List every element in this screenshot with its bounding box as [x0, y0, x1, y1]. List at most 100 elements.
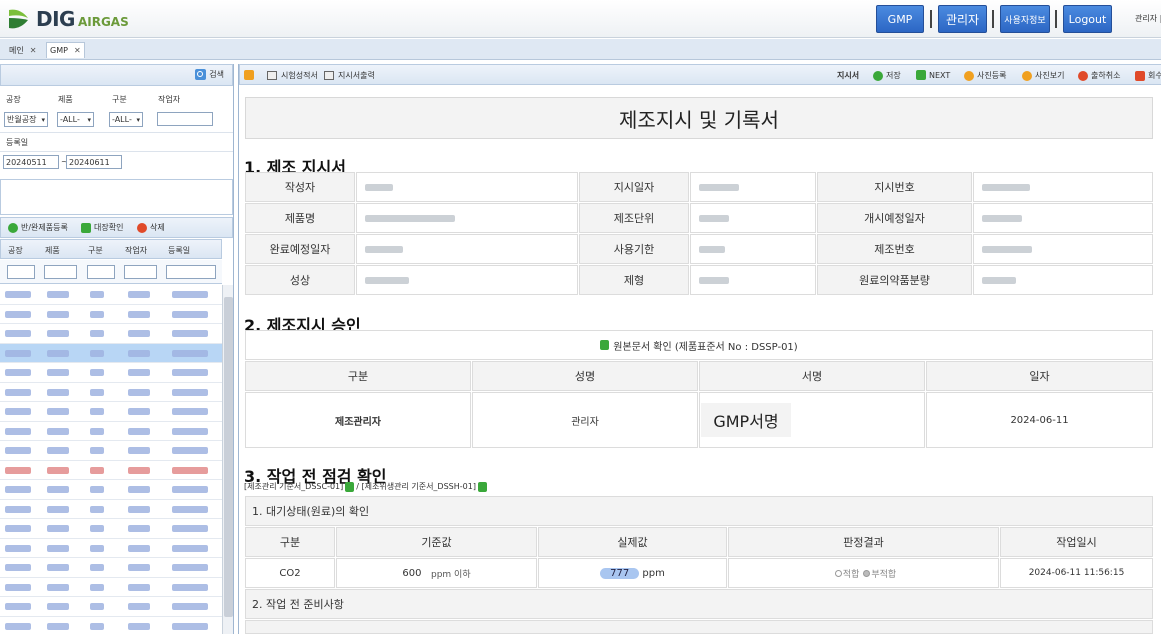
search-button[interactable]: 검색 — [195, 69, 224, 80]
worker-input[interactable] — [157, 112, 213, 126]
date-from-input[interactable]: 20240511 — [3, 155, 59, 169]
table-row[interactable] — [0, 441, 222, 461]
table-row[interactable] — [0, 617, 222, 634]
redacted-value — [982, 183, 1030, 191]
fail-radio[interactable] — [863, 569, 871, 577]
cancel-request-button[interactable]: 출하취소 — [1078, 70, 1120, 81]
pass-radio[interactable] — [834, 569, 842, 577]
subsection-title: 1. 대기상태(원료)의 확인 — [245, 496, 1153, 526]
filter-input[interactable] — [87, 265, 115, 279]
filter-input[interactable] — [7, 265, 35, 279]
tab-main[interactable]: 메인 ✕ — [6, 42, 39, 58]
admin-button[interactable]: 관리자 — [938, 5, 987, 33]
table-header: 성명 — [472, 361, 698, 391]
download-icon[interactable] — [345, 481, 355, 492]
table-row[interactable] — [0, 305, 222, 324]
actual-value-cell[interactable]: 777 ppm — [538, 558, 727, 588]
table-header: 작업일시 — [1000, 527, 1153, 557]
table-row[interactable] — [0, 500, 222, 519]
scrollbar[interactable] — [222, 285, 233, 634]
gmp-button[interactable]: GMP — [876, 5, 924, 33]
redacted-cell — [47, 408, 69, 415]
actual-value-input[interactable]: 777 — [600, 567, 640, 579]
recall-icon — [1135, 70, 1145, 81]
column-header[interactable]: 구분 — [88, 245, 103, 256]
field-label: 완료예정일자 — [245, 234, 355, 264]
user-info-button[interactable]: 사용자정보 — [1000, 5, 1050, 33]
filter-input[interactable] — [124, 265, 157, 279]
redacted-cell — [172, 564, 208, 571]
table-row[interactable] — [0, 363, 222, 383]
table-row[interactable] — [0, 558, 222, 578]
column-header[interactable]: 작업자 — [125, 245, 147, 256]
photo-register-button[interactable]: 사진등록 — [964, 70, 1006, 81]
redacted-value — [699, 183, 739, 191]
redacted-cell — [128, 466, 150, 474]
table-row[interactable] — [0, 480, 222, 500]
table-row[interactable] — [0, 402, 222, 422]
original-doc-check[interactable]: 원본문서 확인 (제품표준서 No : DSSP-01) — [245, 330, 1153, 360]
delete-button[interactable]: 삭제 — [137, 222, 165, 233]
product-select[interactable]: -ALL- ▾ — [57, 112, 94, 127]
table-row[interactable] — [0, 383, 222, 402]
download-icon[interactable] — [477, 481, 487, 492]
factory-select[interactable]: 반월공장 ▾ — [4, 112, 48, 127]
column-header[interactable]: 등록일 — [168, 245, 190, 256]
type-select[interactable]: -ALL- ▾ — [109, 112, 143, 127]
right-panel: 시험성적서 지시서출력 지시서 저장 NEXT 사진등록 사진보기 출하취소 회… — [238, 64, 1161, 634]
target-check-button[interactable]: 대장확인 — [81, 222, 123, 233]
std-link-hygiene[interactable]: [제조위생관리 기준서_DSSH-01] — [362, 482, 476, 491]
register-button[interactable]: 반/완제품등록 — [8, 222, 68, 233]
logout-button[interactable]: Logout — [1063, 5, 1112, 33]
redacted-cell — [5, 330, 31, 337]
recall-button[interactable]: 회수 — [1135, 70, 1161, 81]
redacted-cell — [47, 447, 69, 454]
table-row[interactable] — [0, 324, 222, 344]
next-button[interactable]: NEXT — [916, 70, 950, 80]
tab-gmp[interactable]: GMP ✕ — [46, 42, 85, 58]
save-icon — [873, 70, 883, 81]
tab-bar: 메인 ✕ GMP ✕ — [0, 39, 1161, 60]
redacted-cell — [128, 310, 150, 318]
redacted-cell — [172, 291, 208, 298]
redacted-cell — [172, 505, 208, 513]
photo-view-button[interactable]: 사진보기 — [1022, 70, 1064, 81]
redacted-cell — [90, 388, 104, 396]
filter-input[interactable] — [166, 265, 216, 279]
redacted-cell — [172, 486, 208, 493]
column-header[interactable]: 제품 — [45, 245, 60, 256]
table-row[interactable] — [0, 422, 222, 441]
close-icon[interactable]: ✕ — [30, 46, 37, 55]
name-cell: 관리자 — [472, 392, 698, 448]
redacted-cell — [128, 486, 150, 493]
std-link-production[interactable]: [제조관리 기준서_DSSC-01] — [244, 482, 343, 491]
table-row[interactable] — [0, 343, 222, 363]
test-report-button[interactable]: 시험성적서 — [267, 70, 318, 81]
redacted-cell — [90, 408, 104, 415]
redacted-cell — [5, 447, 31, 454]
field-value — [973, 265, 1153, 295]
save-button[interactable]: 저장 — [873, 70, 901, 81]
order-print-button[interactable]: 지시서출력 — [324, 70, 375, 81]
redacted-cell — [5, 310, 31, 318]
check-icon — [81, 222, 91, 233]
print-icon — [324, 71, 334, 80]
table-row[interactable] — [0, 461, 222, 480]
scroll-thumb[interactable] — [224, 297, 233, 617]
table-row[interactable] — [0, 597, 222, 617]
download-icon — [600, 340, 610, 350]
table-row[interactable] — [0, 578, 222, 597]
table-row[interactable] — [0, 539, 222, 558]
filter-input[interactable] — [44, 265, 77, 279]
close-icon[interactable]: ✕ — [74, 46, 81, 55]
redacted-value — [982, 214, 1022, 222]
gmp-signature: GMP서명 — [701, 403, 791, 437]
back-button[interactable] — [244, 70, 257, 80]
date-to-input[interactable]: 20240611 — [66, 155, 122, 169]
redacted-cell — [47, 622, 69, 630]
grid-body — [0, 285, 222, 634]
table-row[interactable] — [0, 519, 222, 539]
column-header[interactable]: 공장 — [8, 245, 23, 256]
field-label: 성상 — [245, 265, 355, 295]
table-row[interactable] — [0, 285, 222, 305]
